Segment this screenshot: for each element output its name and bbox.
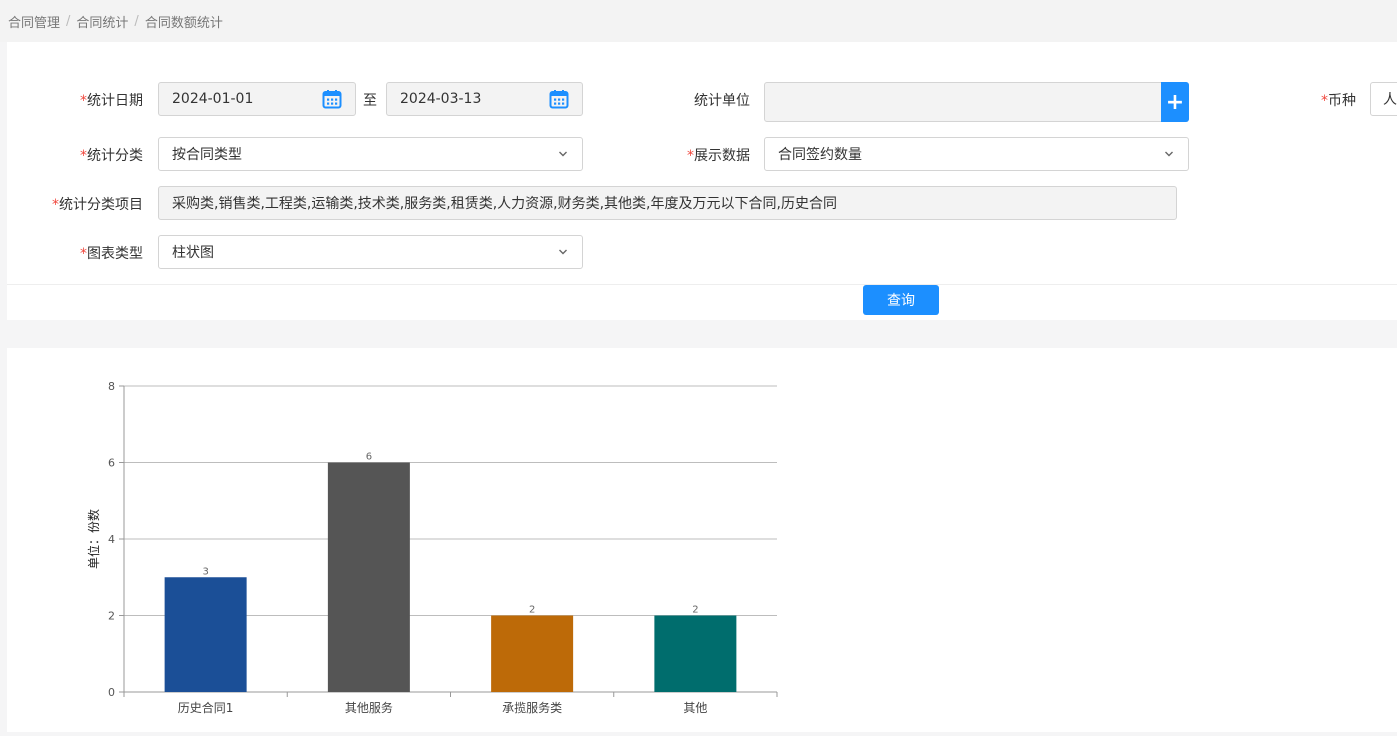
date-label: *统计日期 — [80, 93, 143, 109]
y-tick-label: 8 — [108, 380, 115, 393]
bar-chart: 0 2 4 6 8 单位：份数 3 历史合同1 6 其他服务 2 承揽服务类 2 其他 — [86, 380, 778, 715]
currency-select[interactable]: 人 — [1370, 82, 1397, 116]
category-label: *统计分类 — [80, 148, 143, 164]
category-select[interactable]: 按合同类型 — [158, 137, 583, 171]
bar — [654, 615, 737, 692]
breadcrumb-item-contract-management[interactable]: 合同管理 — [8, 12, 60, 31]
chart-type-value: 柱状图 — [172, 245, 214, 261]
breadcrumb-separator: / — [134, 13, 139, 29]
x-tick-label: 历史合同1 — [178, 700, 234, 715]
data-label: 2 — [529, 605, 535, 616]
x-tick-label: 其他 — [683, 701, 707, 715]
bar — [491, 615, 574, 692]
breadcrumb-item-contract-statistics[interactable]: 合同统计 — [76, 12, 128, 31]
chart-panel: 0 2 4 6 8 单位：份数 3 历史合同1 6 其他服务 2 承揽服务类 2 其他 — [7, 348, 1397, 732]
breadcrumb: 合同管理 / 合同统计 / 合同数额统计 — [0, 0, 1397, 42]
category-value: 按合同类型 — [172, 147, 242, 163]
bar — [327, 462, 410, 692]
query-button[interactable]: 查询 — [863, 285, 939, 315]
currency-value: 人 — [1383, 92, 1397, 108]
currency-label: *币种 — [1321, 93, 1356, 109]
display-data-value: 合同签约数量 — [778, 147, 862, 163]
display-data-label: *展示数据 — [687, 148, 750, 164]
chevron-down-icon — [559, 249, 567, 255]
unit-label: 统计单位 — [694, 93, 750, 109]
y-tick-label: 6 — [108, 457, 115, 470]
add-unit-button[interactable]: + — [1161, 82, 1189, 122]
data-label: 6 — [366, 452, 372, 463]
chart-type-select[interactable]: 柱状图 — [158, 235, 583, 269]
date-start-value: 2024-01-01 — [172, 91, 254, 107]
category-items-label: *统计分类项目 — [52, 197, 143, 213]
x-tick-label: 承揽服务类 — [502, 700, 562, 715]
y-tick-label: 4 — [108, 533, 115, 546]
chart-type-label: *图表类型 — [80, 246, 143, 262]
display-data-select[interactable]: 合同签约数量 — [764, 137, 1189, 171]
unit-field[interactable]: + — [764, 82, 1189, 122]
calendar-icon[interactable] — [322, 89, 342, 109]
bar — [164, 577, 247, 692]
data-label: 2 — [692, 605, 698, 616]
breadcrumb-item-amount-statistics: 合同数额统计 — [144, 15, 223, 31]
y-axis-label: 单位：份数 — [86, 509, 101, 569]
category-items-field[interactable]: 采购类,销售类,工程类,运输类,技术类,服务类,租赁类,人力资源,财务类,其他类… — [158, 186, 1177, 220]
form-divider — [7, 284, 1397, 285]
y-tick-label: 0 — [108, 686, 115, 699]
date-end-field[interactable]: 2024-03-13 — [386, 82, 583, 116]
category-items-value: 采购类,销售类,工程类,运输类,技术类,服务类,租赁类,人力资源,财务类,其他类… — [172, 196, 837, 212]
y-tick-label: 2 — [108, 610, 115, 623]
date-end-value: 2024-03-13 — [400, 91, 482, 107]
chevron-down-icon — [559, 151, 567, 157]
x-tick-label: 其他服务 — [345, 700, 393, 715]
date-range-separator: 至 — [363, 93, 377, 109]
chevron-down-icon — [1165, 151, 1173, 157]
breadcrumb-separator: / — [66, 13, 71, 29]
date-start-field[interactable]: 2024-01-01 — [158, 82, 356, 116]
calendar-icon[interactable] — [549, 89, 569, 109]
filter-form: *统计日期 2024-01-01 至 2024-03-13 统计单位 + *币种… — [7, 42, 1397, 320]
data-label: 3 — [202, 566, 208, 577]
